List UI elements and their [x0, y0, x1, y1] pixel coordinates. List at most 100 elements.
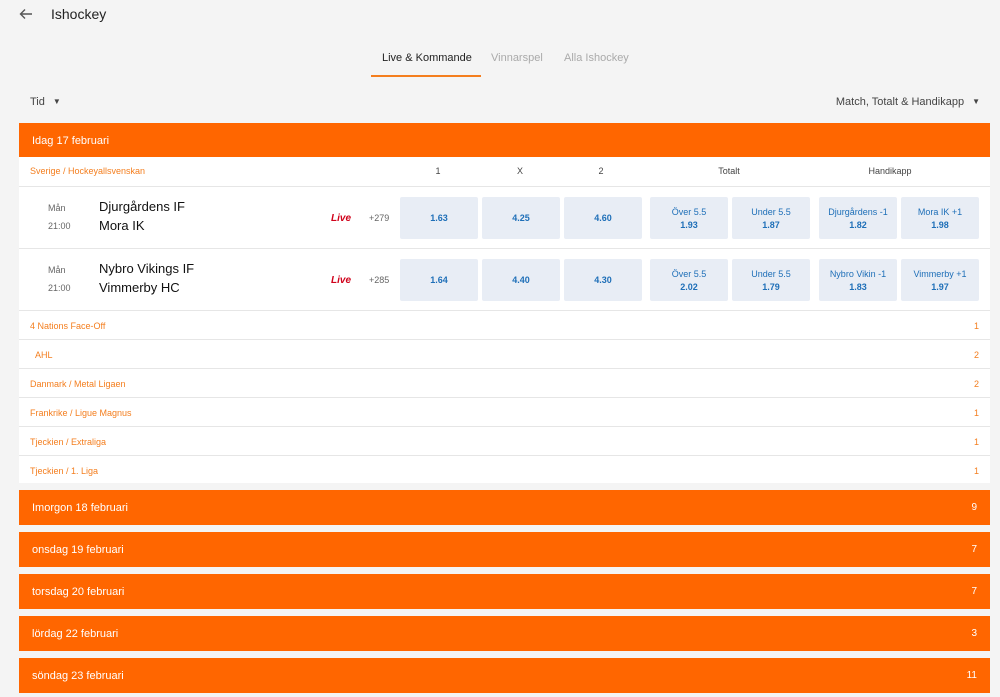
league-header: Sverige / Hockeyallsvenskan 1 X 2 Totalt…: [19, 157, 990, 187]
match-row[interactable]: Mån 21:00 Nybro Vikings IF Vimmerby HC L…: [19, 249, 990, 311]
tab-live-kommande[interactable]: Live & Kommande: [382, 52, 472, 64]
match-time: 21:00: [48, 283, 71, 293]
home-team[interactable]: Nybro Vikings IF: [99, 261, 194, 276]
day-header-today[interactable]: Idag 17 februari: [19, 123, 990, 158]
odds-button-x[interactable]: 4.25: [482, 197, 560, 239]
odds-button-over[interactable]: Över 5.5 1.93: [650, 197, 728, 239]
odds-button-2[interactable]: 4.30: [564, 259, 642, 301]
live-badge: Live: [331, 213, 352, 224]
odds-button-1[interactable]: 1.63: [400, 197, 478, 239]
live-badge: Live: [331, 275, 352, 286]
away-team[interactable]: Vimmerby HC: [99, 280, 180, 295]
odds-button-handicap-away[interactable]: Vimmerby +1 1.97: [901, 259, 979, 301]
league-row-name: Tjeckien / Extraliga: [30, 437, 107, 447]
tab-alla-ishockey[interactable]: Alla Ishockey: [564, 52, 629, 64]
odds-button-handicap-home[interactable]: Djurgårdens -1 1.82: [819, 197, 897, 239]
odds-button-handicap-away[interactable]: Mora IK +1 1.98: [901, 197, 979, 239]
odds-button-under[interactable]: Under 5.5 1.79: [732, 259, 810, 301]
market-filter-label: Match, Totalt & Handikapp: [835, 96, 965, 108]
odds-value: 1.64: [430, 275, 448, 285]
league-row-count: 2: [973, 379, 979, 389]
column-header-handikapp: Handikapp: [868, 166, 912, 176]
market-filter-dropdown[interactable]: Match, Totalt & Handikapp ▼: [836, 96, 980, 108]
day-header-count: 7: [971, 544, 977, 555]
match-row[interactable]: Mån 21:00 Djurgårdens IF Mora IK Live +2…: [19, 187, 990, 249]
league-row-count: 2: [973, 350, 979, 360]
day-header-label: Imorgon 18 februari: [32, 501, 128, 514]
day-header-count: 7: [971, 586, 977, 597]
odds-value: 4.60: [594, 213, 612, 223]
active-tab-indicator: [371, 75, 481, 77]
odds-label: Djurgårdens -1: [828, 206, 888, 217]
league-name[interactable]: Sverige / Hockeyallsvenskan: [30, 166, 145, 176]
league-row-name: Frankrike / Ligue Magnus: [30, 408, 132, 418]
odds-button-x[interactable]: 4.40: [482, 259, 560, 301]
more-markets-link[interactable]: +279: [369, 213, 389, 223]
match-day: Mån: [48, 265, 66, 275]
odds-label: Över 5.5: [671, 268, 707, 279]
day-header-label: Idag 17 februari: [32, 134, 110, 147]
odds-label: Under 5.5: [751, 268, 791, 279]
odds-value: 2.02: [680, 281, 698, 292]
column-header-x: X: [516, 166, 524, 176]
day-header-label: onsdag 19 februari: [32, 543, 124, 556]
league-row[interactable]: Tjeckien / Extraliga 1: [19, 427, 990, 456]
odds-button-under[interactable]: Under 5.5 1.87: [732, 197, 810, 239]
odds-label: Nybro Vikin -1: [829, 268, 887, 279]
back-arrow-icon[interactable]: [18, 6, 38, 24]
odds-value: 1.87: [762, 219, 780, 230]
league-row[interactable]: Frankrike / Ligue Magnus 1: [19, 398, 990, 427]
match-day: Mån: [48, 203, 66, 213]
day-header-torsdag[interactable]: torsdag 20 februari 7: [19, 574, 990, 609]
day-header-count: 9: [971, 502, 977, 513]
day-header-label: lördag 22 februari: [32, 627, 119, 640]
page-title: Ishockey: [51, 6, 107, 22]
odds-value: 1.97: [931, 281, 949, 292]
home-team[interactable]: Djurgårdens IF: [99, 199, 185, 214]
tab-bar: Live & Kommande Vinnarspel Alla Ishockey: [0, 52, 1000, 82]
odds-label: Mora IK +1: [917, 206, 963, 217]
tab-vinnarspel[interactable]: Vinnarspel: [491, 52, 543, 64]
more-markets-link[interactable]: +285: [369, 275, 389, 285]
odds-value: 1.98: [931, 219, 949, 230]
odds-value: 1.63: [430, 213, 448, 223]
league-row-name: Danmark / Metal Ligaen: [30, 379, 126, 389]
day-header-onsdag[interactable]: onsdag 19 februari 7: [19, 532, 990, 567]
odds-value: 1.82: [849, 219, 867, 230]
match-time: 21:00: [48, 221, 71, 231]
league-row[interactable]: AHL 2: [19, 340, 990, 369]
odds-label: Vimmerby +1: [913, 268, 967, 279]
odds-button-2[interactable]: 4.60: [564, 197, 642, 239]
day-header-count: 3: [971, 628, 977, 639]
odds-value: 1.79: [762, 281, 780, 292]
odds-label: Över 5.5: [671, 206, 707, 217]
time-filter-dropdown[interactable]: Tid ▼: [30, 96, 61, 108]
odds-value: 1.83: [849, 281, 867, 292]
league-row-count: 1: [973, 321, 979, 331]
odds-button-handicap-home[interactable]: Nybro Vikin -1 1.83: [819, 259, 897, 301]
league-row[interactable]: Danmark / Metal Ligaen 2: [19, 369, 990, 398]
odds-button-1[interactable]: 1.64: [400, 259, 478, 301]
league-row-count: 1: [973, 408, 979, 418]
caret-down-icon: ▼: [972, 97, 980, 106]
time-filter-label: Tid: [30, 96, 45, 108]
league-row-name: AHL: [35, 350, 53, 360]
odds-value: 4.25: [512, 213, 530, 223]
league-row-count: 1: [973, 466, 979, 476]
league-row[interactable]: Tjeckien / 1. Liga 1: [19, 456, 990, 485]
odds-label: Under 5.5: [751, 206, 791, 217]
league-row[interactable]: 4 Nations Face-Off 1: [19, 311, 990, 340]
day-header-count: 11: [966, 670, 977, 681]
league-row-count: 1: [973, 437, 979, 447]
odds-value: 4.30: [594, 275, 612, 285]
today-events-panel: Sverige / Hockeyallsvenskan 1 X 2 Totalt…: [19, 157, 990, 483]
column-header-1: 1: [435, 166, 441, 176]
odds-button-over[interactable]: Över 5.5 2.02: [650, 259, 728, 301]
caret-down-icon: ▼: [52, 97, 61, 106]
day-header-lordag[interactable]: lördag 22 februari 3: [19, 616, 990, 651]
day-header-sondag[interactable]: söndag 23 februari 11: [19, 658, 990, 693]
day-header-tomorrow[interactable]: Imorgon 18 februari 9: [19, 490, 990, 525]
away-team[interactable]: Mora IK: [99, 218, 145, 233]
column-header-2: 2: [598, 166, 604, 176]
odds-value: 4.40: [512, 275, 530, 285]
